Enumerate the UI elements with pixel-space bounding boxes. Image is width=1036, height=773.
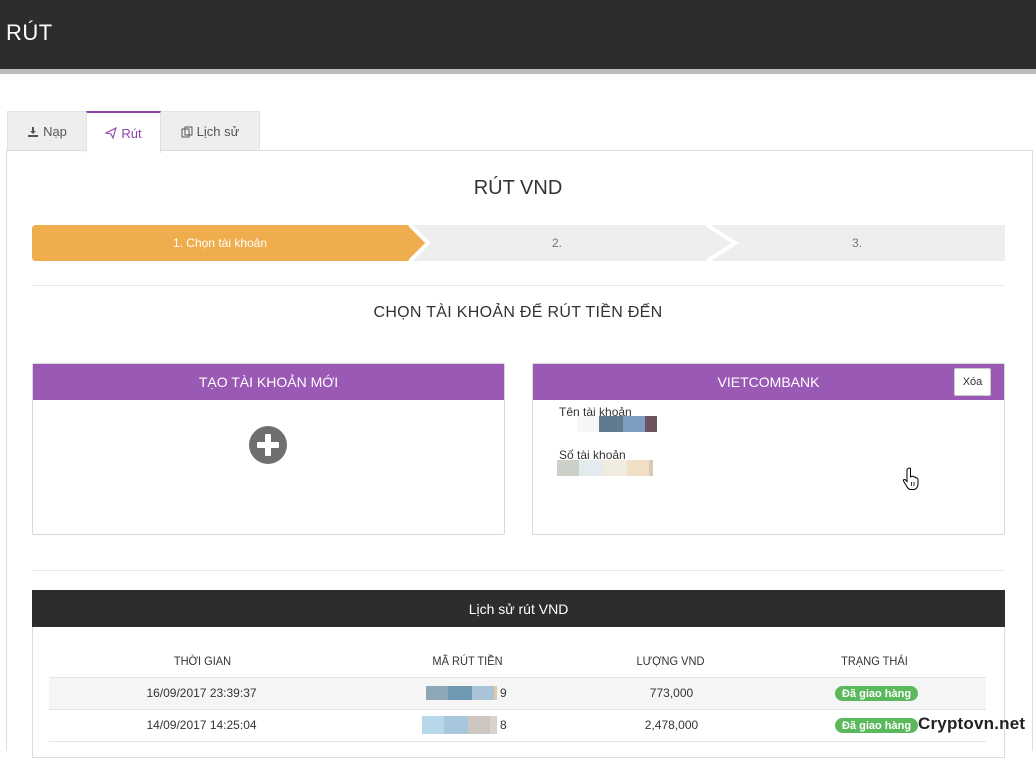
tab-deposit-label: Nạp (43, 124, 67, 139)
column-header-amount: LƯỢNG VND (636, 654, 705, 668)
tab-history[interactable]: Lịch sử (160, 111, 260, 151)
top-bar: RÚT (0, 0, 1036, 69)
new-account-card-title: TẠO TÀI KHOẢN MỚI (198, 374, 339, 390)
divider (32, 570, 1005, 571)
table-row (49, 741, 986, 773)
history-icon (181, 126, 193, 137)
hand-cursor-icon (902, 467, 919, 490)
new-account-card-header: TẠO TÀI KHOẢN MỚI (33, 364, 504, 400)
step-progress: 1. Chọn tài khoản 2. 3. (32, 225, 1005, 261)
delete-account-button[interactable]: Xóa (954, 368, 991, 396)
step-3: 3. (851, 236, 862, 250)
withdraw-code-suffix: 8 (500, 718, 507, 732)
tab-withdraw-label: Rút (121, 125, 142, 141)
section-subtitle: CHỌN TÀI KHOẢN ĐỂ RÚT TIỀN ĐẾN (373, 304, 663, 321)
row-time: 16/09/2017 23:39:37 (146, 686, 257, 700)
withdraw-code-redacted (426, 686, 497, 700)
step-2: 2. (551, 236, 562, 250)
paper-plane-icon (105, 127, 118, 139)
status-badge: Đã giao hàng (835, 686, 919, 701)
column-header-code: MÃ RÚT TIỀN (432, 654, 503, 668)
divider (32, 285, 1005, 286)
top-bar-divider (0, 69, 1036, 74)
tab-history-label: Lịch sử (196, 124, 240, 139)
tab-withdraw[interactable]: Rút (86, 111, 161, 153)
account-number-redacted (557, 460, 653, 476)
status-badge: Đã giao hàng (835, 718, 919, 733)
account-name-redacted (577, 416, 657, 432)
bank-account-card-header: VIETCOMBANK Xóa (533, 364, 1004, 400)
row-amount: 773,000 (649, 686, 694, 700)
history-title: Lịch sử rút VND (468, 600, 569, 617)
withdraw-code-suffix: 9 (500, 686, 507, 700)
history-table-header: Lịch sử rút VND (32, 590, 1005, 627)
column-header-time: THỜI GIAN (173, 654, 232, 668)
watermark: Cryptovn.net (918, 714, 1026, 733)
step-1: 1. Chọn tài khoản (172, 236, 268, 250)
column-header-status: TRẠNG THÁI (841, 654, 908, 668)
page-title: RÚT VND (473, 177, 563, 199)
new-account-card[interactable]: TẠO TÀI KHOẢN MỚI (32, 363, 505, 535)
row-amount: 2,478,000 (644, 718, 699, 732)
table-row: 14/09/2017 14:25:04 8 2,478,000 Đã giao … (49, 709, 986, 741)
plus-circle-icon[interactable] (249, 426, 287, 464)
page-header-title: RÚT (6, 20, 53, 45)
table-row: 16/09/2017 23:39:37 9 773,000 Đã giao hà… (49, 677, 986, 709)
row-time: 14/09/2017 14:25:04 (146, 718, 257, 732)
bank-name: VIETCOMBANK (717, 374, 820, 390)
bank-account-card[interactable]: VIETCOMBANK Xóa Tên tài khoản Số tài kho… (532, 363, 1005, 535)
withdraw-code-redacted (422, 716, 497, 734)
download-icon (28, 126, 39, 137)
tab-deposit[interactable]: Nạp (7, 111, 87, 151)
